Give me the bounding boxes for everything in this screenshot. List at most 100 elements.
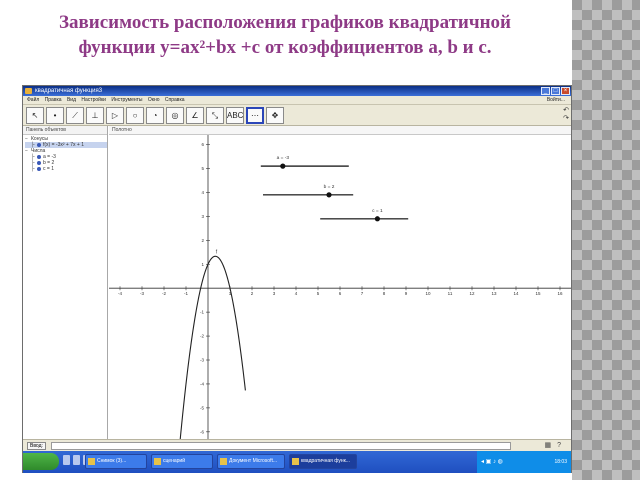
visibility-toggle-icon[interactable]	[37, 161, 41, 165]
menu-window[interactable]: Окно	[148, 96, 160, 105]
visibility-toggle-icon[interactable]	[37, 167, 41, 171]
perpendicular-tool-icon[interactable]: ⊥	[86, 107, 104, 124]
menu-view[interactable]: Вид	[67, 96, 76, 105]
sign-in-link[interactable]: Войти...	[547, 96, 565, 105]
move-tool-icon[interactable]: ↖	[26, 107, 44, 124]
slider-label: c = 1	[372, 208, 383, 214]
slide-title-line-1: Зависимость расположения графиков квадра…	[59, 12, 511, 33]
toolbar: ↖ • ⟋ ⊥ ▷ ○ ◔ ◎ ∠ ⤡ ABC ⋯ ✥ ↶ ↷	[23, 105, 571, 126]
line-tool-icon[interactable]: ⟋	[66, 107, 84, 124]
task-icon	[220, 458, 227, 465]
ellipse-tool-icon[interactable]: ◎	[166, 107, 184, 124]
slider-label: a = -3	[277, 155, 290, 161]
help-icon[interactable]: ?	[557, 442, 567, 449]
clock: 18:03	[554, 459, 567, 465]
visibility-toggle-icon[interactable]	[37, 143, 41, 147]
y-tick-label: 3	[201, 214, 204, 219]
app-icon	[25, 88, 32, 94]
menu-settings[interactable]: Настройки	[81, 96, 106, 105]
menu-tools[interactable]: Инструменты	[111, 96, 142, 105]
menubar: Файл Правка Вид Настройки Инструменты Ок…	[23, 96, 571, 105]
function-label: f	[216, 249, 218, 255]
window-titlebar[interactable]: квадратичная функция3 _ □ ×	[23, 86, 571, 96]
symbol-table-icon[interactable]: ▦	[544, 442, 557, 449]
x-tick-label: -4	[118, 291, 122, 296]
text-tool-icon[interactable]: ABC	[226, 107, 244, 124]
x-tick-label: 15	[535, 291, 541, 296]
slide-title: Зависимость расположения графиков квадра…	[0, 10, 570, 60]
x-tick-label: -3	[140, 291, 144, 296]
graphics-panel-header: Полотно	[109, 126, 571, 135]
menu-file[interactable]: Файл	[27, 96, 39, 105]
angle-tool-icon[interactable]: ∠	[186, 107, 204, 124]
point-tool-icon[interactable]: •	[46, 107, 64, 124]
x-tick-label: 10	[425, 291, 431, 296]
redo-icon[interactable]: ↷	[563, 115, 569, 123]
x-tick-label: -1	[184, 291, 188, 296]
graphics-panel[interactable]: Полотно -4 -3 -2 -1 1 2 3 4 5 6 7 8 9 10 11 12 13 14 15 16-…	[109, 126, 571, 439]
task-word-document[interactable]: Документ Microsoft...	[217, 454, 285, 469]
y-tick-label: -4	[200, 381, 204, 386]
x-tick-label: 4	[295, 291, 298, 296]
polygon-tool-icon[interactable]: ▷	[106, 107, 124, 124]
task-scenario[interactable]: сценарий	[151, 454, 213, 469]
menu-help[interactable]: Справка	[165, 96, 185, 105]
x-tick-label: 8	[383, 291, 386, 296]
algebra-tree: − Конусы ├ f(x) = -3x² + 7x + 1− Числа ├ a = -…	[23, 135, 107, 172]
slider-tool-icon[interactable]: ⋯	[246, 107, 264, 124]
y-tick-label: -3	[200, 358, 204, 363]
task-snapshot[interactable]: Снимок (3)...	[85, 454, 147, 469]
y-tick-label: 2	[201, 238, 204, 243]
algebra-panel: Панель объектов − Конусы ├ f(x) = -3x² + 7x…	[23, 126, 108, 439]
y-tick-label: 5	[201, 166, 204, 171]
x-tick-label: 9	[405, 291, 408, 296]
input-label: Ввод:	[27, 442, 46, 450]
algebra-tree-label: c = 1	[43, 166, 54, 172]
quick-launch-icon-2[interactable]	[73, 455, 80, 465]
input-field[interactable]	[51, 442, 511, 450]
function-plot[interactable]: -4 -3 -2 -1 1 2 3 4 5 6 7 8 9 10 11 12 13 14 15 16-6-5-4-3-…	[109, 135, 571, 439]
visibility-toggle-icon[interactable]	[37, 155, 41, 159]
windows-taskbar: Снимок (3)... сценарий Документ Microsof…	[23, 451, 571, 473]
quick-launch-icon-1[interactable]	[63, 455, 70, 465]
slider-handle[interactable]	[326, 192, 332, 198]
task-icon	[154, 458, 161, 465]
algebra-tree-label: f(x) = -3x² + 7x + 1	[43, 142, 84, 148]
parabola-curve[interactable]	[179, 255, 246, 439]
y-tick-label: -6	[200, 429, 204, 434]
algebra-tree-item[interactable]: ├ c = 1	[25, 166, 107, 172]
undo-redo-group: ↶ ↷	[563, 107, 569, 123]
y-tick-label: -5	[200, 405, 204, 410]
window-title: квадратичная функция3	[35, 88, 103, 94]
slider-handle[interactable]	[374, 216, 380, 222]
move-view-tool-icon[interactable]: ✥	[266, 107, 284, 124]
x-tick-label: 14	[513, 291, 519, 296]
start-button[interactable]	[23, 453, 59, 470]
undo-icon[interactable]: ↶	[563, 107, 569, 115]
window-controls: _ □ ×	[541, 87, 570, 95]
maximize-icon[interactable]: □	[551, 87, 560, 95]
y-tick-label: 6	[201, 142, 204, 147]
minimize-icon[interactable]: _	[541, 87, 550, 95]
task-geogebra[interactable]: квадратичная функ...	[289, 454, 357, 469]
x-tick-label: 7	[361, 291, 364, 296]
x-tick-label: 11	[448, 291, 453, 296]
x-tick-label: 3	[273, 291, 276, 296]
system-tray: ◂ ▣ ♪ ◍ 18:03	[477, 451, 571, 473]
reflect-tool-icon[interactable]: ⤡	[206, 107, 224, 124]
x-tick-label: 6	[339, 291, 342, 296]
task-icon	[292, 458, 299, 465]
x-tick-label: -2	[162, 291, 166, 296]
slide-title-line-2: функции y=ax²+bx +c от коэффициентов a, …	[78, 37, 492, 58]
y-tick-label: 4	[201, 190, 204, 195]
y-tick-label: -1	[200, 310, 204, 315]
tray-icons[interactable]: ◂ ▣ ♪ ◍	[481, 451, 503, 473]
slider-label: b = 2	[324, 184, 335, 190]
y-tick-label: 1	[201, 262, 204, 267]
menu-edit[interactable]: Правка	[45, 96, 62, 105]
task-icon	[88, 458, 95, 465]
close-icon[interactable]: ×	[561, 87, 570, 95]
circle-tool-icon[interactable]: ○	[126, 107, 144, 124]
slider-handle[interactable]	[280, 163, 286, 169]
arc-tool-icon[interactable]: ◔	[146, 107, 164, 124]
